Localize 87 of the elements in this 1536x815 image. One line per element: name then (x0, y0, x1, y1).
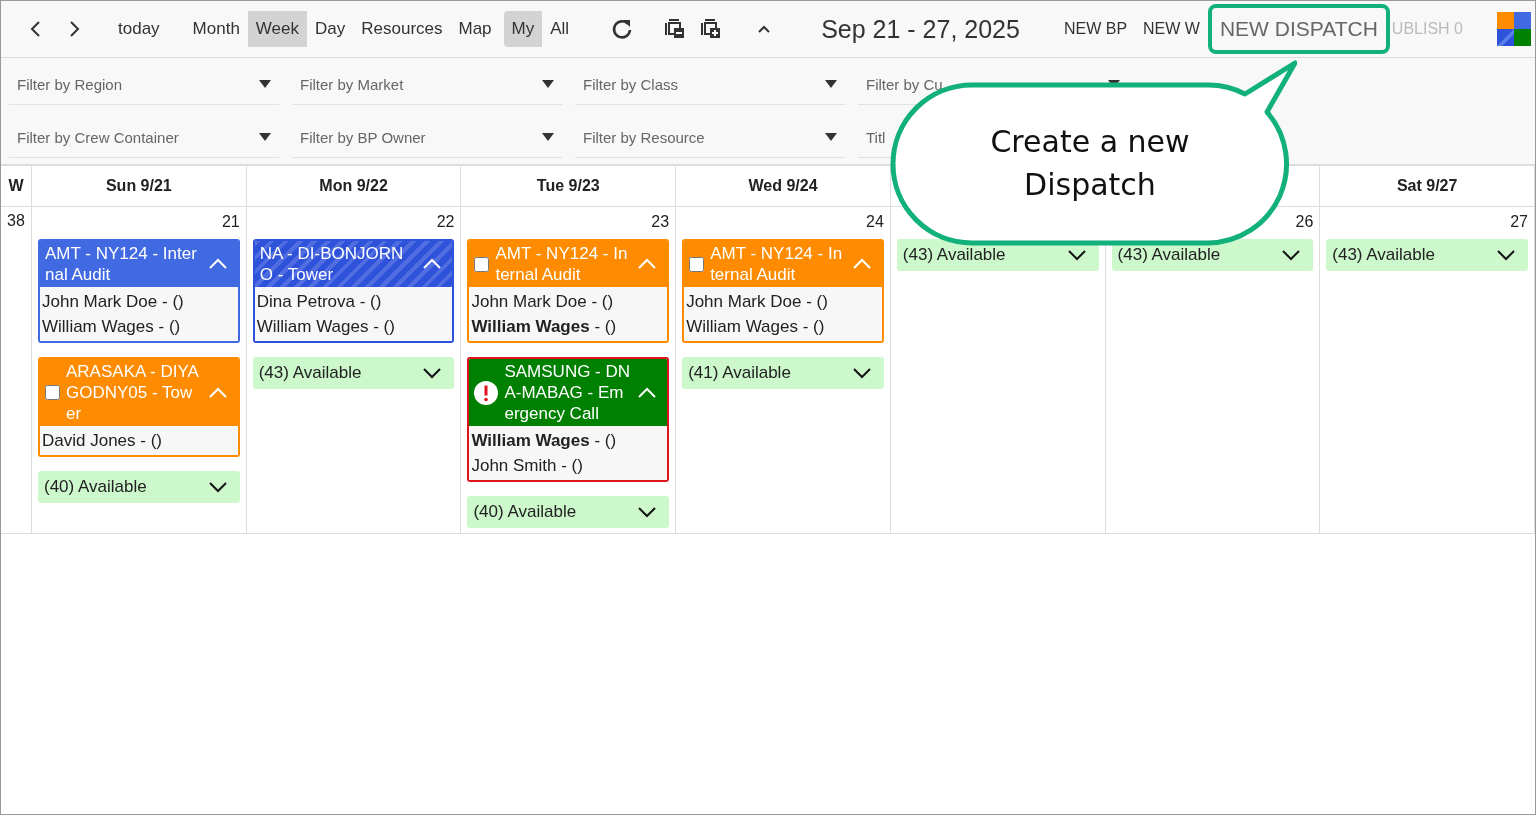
app-logo (1497, 12, 1531, 46)
crew-member: William Wages - () (256, 316, 396, 338)
event-card[interactable]: AMT - NY124 - Internal Audit John Mark Doe - () William Wages - () (467, 239, 670, 343)
chevron-down-icon[interactable] (207, 481, 228, 493)
week-header: W (8, 177, 24, 195)
crew-member: John Mark Doe - () (686, 291, 829, 313)
view-tab[interactable]: Day (307, 11, 354, 47)
crew-member: William Wages - () (42, 316, 182, 338)
view-tab[interactable]: Map (450, 11, 500, 47)
chevron-up-icon[interactable] (637, 386, 658, 399)
day-number: 27 (1510, 213, 1528, 231)
crew-member: William Wages - () (471, 430, 618, 452)
event-title: AMT - NY124 - Internal Audit (495, 243, 629, 285)
filter-dropdown[interactable]: Filter by BP Owner (292, 117, 562, 158)
next-icon[interactable] (67, 20, 81, 38)
tooltip-text: Create a new Dispatch (989, 123, 1191, 204)
action-button[interactable]: NEW BP (1055, 16, 1136, 42)
event-card[interactable]: SAMSUNG - DNA-MABAG - Emergency Call William Wages - () John Smith - () (467, 357, 670, 482)
day-header: Mon 9/22 (246, 165, 462, 207)
alert-icon (474, 380, 499, 405)
week-number: 38 (7, 212, 25, 229)
chevron-down-icon[interactable] (1281, 249, 1302, 261)
filter-dropdown[interactable]: Filter by Resource (575, 117, 845, 158)
crew-member: David Jones - () (42, 430, 163, 452)
view-tab[interactable]: Month (184, 11, 248, 47)
available-dropdown[interactable]: (40) Available (38, 471, 240, 503)
crew-member: Dina Petrova - () (256, 291, 383, 313)
filter-dropdown[interactable]: Filter by Region (9, 64, 279, 105)
event-title: AMT - NY124 - Internal Audit (710, 243, 844, 285)
event-card[interactable]: AMT - NY124 - Internal Audit John Mark Doe - () William Wages - () (682, 239, 884, 343)
event-checkbox[interactable] (474, 256, 490, 272)
event-card[interactable]: ARASAKA - DIYAGODNY05 - Tower David Jones - () (38, 357, 240, 457)
dropdown-arrow-icon (259, 133, 271, 141)
dropdown-arrow-icon (259, 80, 271, 88)
event-title: SAMSUNG - DNA-MABAG - Emergency Call (504, 361, 632, 424)
copy-minus-icon[interactable] (665, 19, 686, 39)
available-dropdown[interactable]: (40) Available (467, 496, 670, 528)
event-card[interactable]: AMT - NY124 - Internal Audit John Mark Doe - () William Wages - () (38, 239, 240, 343)
event-checkbox[interactable] (45, 385, 60, 400)
filter-dropdown[interactable]: Filter by Crew Container (9, 117, 279, 158)
chevron-up-icon[interactable] (422, 258, 443, 270)
today-button[interactable]: today (110, 11, 168, 47)
action-button[interactable]: NEW W (1135, 16, 1208, 42)
previous-icon[interactable] (29, 20, 43, 38)
chevron-down-icon[interactable] (851, 367, 872, 379)
day-header: Sun 9/21 (32, 165, 247, 207)
date-range-title: Sep 21 - 27, 2025 (821, 14, 1020, 44)
available-dropdown[interactable]: (43) Available (1326, 239, 1528, 271)
day-number: 21 (221, 213, 240, 231)
available-dropdown[interactable]: (41) Available (682, 357, 884, 389)
filter-dropdown[interactable]: Filter by Market (292, 64, 562, 105)
available-dropdown[interactable]: (43) Available (252, 357, 455, 389)
crew-member: John Mark Doe - () (471, 291, 615, 313)
crew-member: William Wages - () (686, 316, 826, 338)
day-number: 22 (436, 213, 455, 231)
collapse-icon[interactable] (757, 24, 772, 34)
view-tab[interactable]: Resources (353, 11, 451, 47)
crew-member: John Mark Doe - () (42, 291, 185, 313)
event-title: NA - DI-BONJORNO - Tower (259, 243, 405, 285)
day-number: 23 (651, 213, 670, 231)
dropdown-arrow-icon (825, 133, 837, 141)
refresh-icon[interactable] (611, 18, 634, 40)
event-card[interactable]: NA - DI-BONJORNO - Tower Dina Petrova - () William Wages - () (252, 239, 455, 343)
day-number: 24 (866, 213, 884, 231)
chevron-down-icon[interactable] (637, 506, 658, 518)
scope-tab[interactable]: All (542, 11, 578, 47)
event-title: AMT - NY124 - Internal Audit (45, 243, 198, 285)
day-header: Tue 9/23 (461, 165, 677, 207)
chevron-down-icon[interactable] (1066, 249, 1087, 261)
day-header: Sat 9/27 (1320, 165, 1535, 207)
crew-member: William Wages - () (471, 316, 618, 338)
event-checkbox[interactable] (689, 256, 705, 272)
dropdown-arrow-icon (542, 133, 554, 141)
chevron-down-icon[interactable] (1496, 249, 1516, 261)
day-header: Wed 9/24 (676, 165, 891, 207)
scope-tab[interactable]: My (503, 11, 543, 47)
chevron-up-icon[interactable] (207, 258, 228, 270)
crew-member: John Smith - () (471, 455, 584, 477)
day-number: 26 (1295, 213, 1314, 231)
copy-plus-icon[interactable] (701, 19, 722, 39)
filter-dropdown[interactable]: Filter by Class (575, 64, 845, 105)
view-tab[interactable]: Week (247, 11, 307, 47)
dropdown-arrow-icon (825, 80, 837, 88)
dropdown-arrow-icon (542, 80, 554, 88)
action-button[interactable]: NEW DISPATCH (1207, 4, 1390, 54)
event-title: ARASAKA - DIYAGODNY05 - Tower (66, 361, 200, 424)
chevron-down-icon[interactable] (422, 367, 443, 379)
